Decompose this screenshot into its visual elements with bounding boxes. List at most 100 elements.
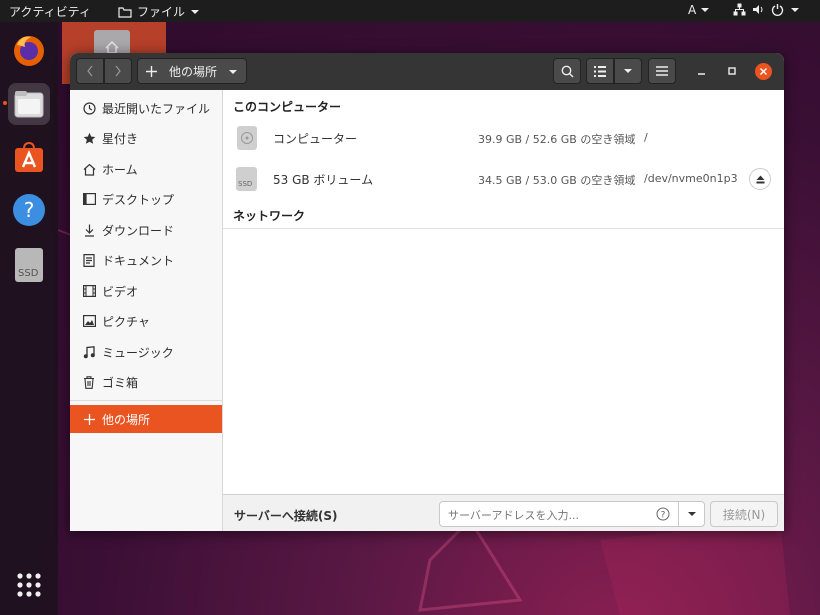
sidebar-item-starred[interactable]: 星付き — [70, 124, 222, 152]
input-method-menu[interactable]: A — [688, 3, 710, 17]
header-bar: 他の場所 — [70, 53, 784, 90]
device-space: 39.9 GB / 52.6 GB の空き領域 — [478, 133, 636, 146]
search-button[interactable] — [553, 58, 581, 84]
close-icon — [759, 67, 768, 76]
dock-files[interactable] — [3, 83, 50, 125]
connect-server-label: サーバーへ接続(S) — [234, 509, 338, 523]
sidebar-item-desktop[interactable]: デスクトップ — [70, 185, 222, 213]
path-label: 他の場所 — [169, 64, 218, 79]
list-view-button[interactable] — [586, 58, 614, 84]
section-this-computer: このコンピューター — [233, 100, 342, 114]
connect-button[interactable]: 接続(N) — [710, 501, 778, 527]
dock-software[interactable] — [8, 136, 50, 178]
device-mount: /dev/nvme0n1p3 — [644, 172, 738, 185]
document-icon — [82, 253, 96, 267]
sidebar: 最近開いたファイル 星付き ホーム デスクトップ ダウンロード ドキュメント ビ… — [70, 90, 223, 531]
sidebar-item-documents[interactable]: ドキュメント — [70, 246, 222, 274]
server-address-field[interactable]: ? — [439, 501, 679, 527]
plus-icon — [146, 65, 157, 77]
help-icon: ? — [13, 194, 45, 226]
hamburger-icon — [656, 66, 668, 76]
grid-icon — [17, 573, 41, 597]
maximize-button[interactable] — [726, 65, 738, 77]
sidebar-item-label: ダウンロード — [102, 223, 175, 238]
recent-servers-dropdown[interactable] — [678, 501, 705, 527]
video-icon — [82, 284, 96, 298]
sidebar-divider — [70, 400, 222, 401]
network-icon — [733, 3, 746, 16]
forward-button[interactable] — [104, 58, 132, 84]
sidebar-item-videos[interactable]: ビデオ — [70, 277, 222, 305]
device-space: 34.5 GB / 53.0 GB の空き領域 — [478, 174, 636, 187]
sidebar-item-recent[interactable]: 最近開いたファイル — [70, 94, 222, 122]
list-view-icon — [594, 65, 606, 77]
sidebar-item-label: ホーム — [102, 162, 138, 177]
app-menu-label: ファイル — [137, 5, 186, 19]
device-name: 53 GB ボリューム — [273, 173, 374, 187]
input-method-label: A — [688, 3, 697, 17]
chevron-down-icon — [791, 7, 799, 12]
ssd-small-label: SSD — [238, 180, 253, 188]
files-window: 他の場所 最近開いたファイル 星付き ホーム デスクトップ ダウンロード ドキュ… — [70, 53, 784, 531]
desktop-icon — [82, 192, 96, 206]
device-row-volume[interactable]: SSD 53 GB ボリューム 34.5 GB / 53.0 GB の空き領域 … — [223, 161, 784, 197]
chevron-down-icon — [229, 70, 237, 74]
device-row-computer[interactable]: コンピューター 39.9 GB / 52.6 GB の空き領域 / — [223, 120, 784, 156]
plus-icon — [82, 412, 96, 426]
volume-icon — [753, 5, 763, 14]
system-menu[interactable] — [733, 3, 800, 16]
folder-icon — [118, 6, 132, 18]
close-button[interactable] — [755, 63, 772, 80]
sidebar-item-downloads[interactable]: ダウンロード — [70, 216, 222, 244]
download-icon — [82, 223, 96, 237]
section-network: ネットワーク — [233, 209, 306, 223]
menu-button[interactable] — [648, 58, 676, 84]
ssd-icon: SSD — [236, 167, 257, 191]
connect-bar: サーバーへ接続(S) ? 接続(N) — [223, 494, 784, 531]
chevron-right-icon — [115, 65, 121, 77]
maximize-icon — [728, 67, 736, 75]
sidebar-item-home[interactable]: ホーム — [70, 155, 222, 183]
home-icon — [82, 162, 96, 176]
app-menu[interactable]: ファイル — [118, 3, 200, 20]
help-icon[interactable]: ? — [656, 507, 670, 521]
power-icon — [771, 4, 784, 16]
device-name: コンピューター — [273, 132, 358, 146]
dock-firefox[interactable] — [8, 30, 50, 72]
sidebar-item-trash[interactable]: ゴミ箱 — [70, 368, 222, 396]
software-icon — [15, 141, 43, 172]
show-applications[interactable] — [8, 564, 50, 606]
path-bar-button[interactable]: 他の場所 — [137, 58, 247, 84]
sidebar-item-label: デスクトップ — [102, 192, 175, 207]
hard-disk-icon — [237, 126, 257, 150]
chevron-down-icon — [687, 512, 696, 516]
back-button[interactable] — [76, 58, 104, 84]
eject-button[interactable] — [749, 168, 771, 190]
sidebar-item-music[interactable]: ミュージック — [70, 338, 222, 366]
minimize-button[interactable] — [696, 65, 708, 77]
sidebar-item-other-locations[interactable]: 他の場所 — [70, 405, 222, 433]
dock-help[interactable]: ? — [8, 189, 50, 231]
clock-icon — [82, 101, 96, 115]
dock: ? SSD — [0, 22, 58, 615]
chevron-down-icon — [624, 69, 632, 73]
activities-button[interactable]: アクティビティ — [9, 3, 91, 20]
view-options-button[interactable] — [614, 58, 642, 84]
sidebar-item-label: ビデオ — [102, 284, 139, 299]
running-indicator — [3, 101, 7, 105]
connect-button-label: 接続(N) — [722, 507, 766, 522]
sidebar-item-label: 他の場所 — [102, 412, 151, 427]
star-icon — [82, 131, 96, 145]
device-mount: / — [644, 131, 648, 144]
svg-text:?: ? — [24, 198, 35, 222]
chevron-left-icon — [87, 65, 93, 77]
svg-text:?: ? — [661, 511, 666, 521]
main-content: このコンピューター コンピューター 39.9 GB / 52.6 GB の空き領… — [223, 90, 784, 494]
sidebar-item-label: ゴミ箱 — [102, 375, 139, 390]
firefox-icon — [14, 36, 44, 66]
server-address-input[interactable] — [446, 506, 650, 524]
dock-ssd[interactable]: SSD — [8, 244, 50, 286]
sidebar-item-pictures[interactable]: ピクチャ — [70, 307, 222, 335]
ssd-drive-icon: SSD — [15, 248, 43, 282]
sidebar-item-label: ミュージック — [102, 345, 174, 360]
